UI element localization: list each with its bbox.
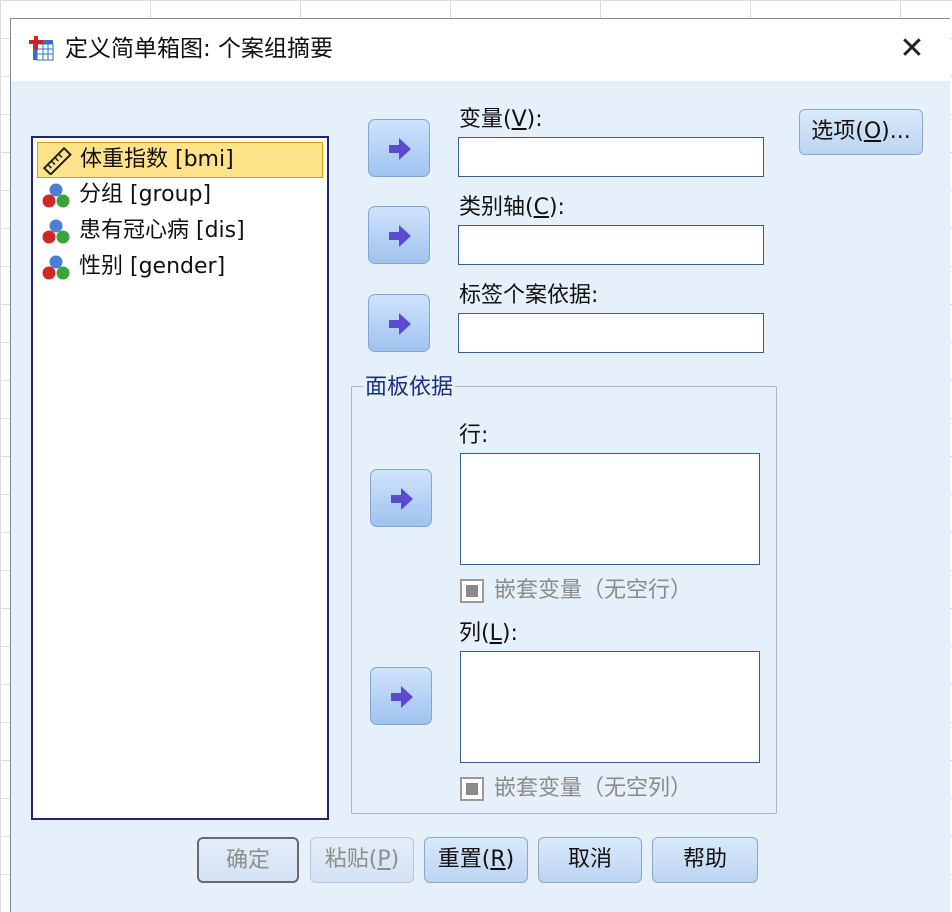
arrow-right-icon <box>391 686 413 708</box>
variable-item-bmi[interactable]: 体重指数 [bmi] <box>37 142 323 178</box>
category-axis-field[interactable] <box>458 225 764 265</box>
variable-label: 患有冠心病 [dis] <box>79 218 245 243</box>
arrow-right-icon <box>389 313 411 335</box>
rows-list[interactable] <box>460 453 760 565</box>
dialog-window: 定义简单箱图: 个案组摘要 ✕ 体重指数 [bmi] 分组 [group] 患有… <box>10 18 950 912</box>
variable-field-label: 变量(V): <box>459 107 543 132</box>
help-button[interactable]: 帮助 <box>652 837 758 883</box>
arrow-right-icon <box>391 488 413 510</box>
columns-label: 列(L): <box>459 621 518 646</box>
nominal-balls-icon <box>42 183 70 208</box>
variable-label: 体重指数 [bmi] <box>80 147 234 172</box>
variable-item-dis[interactable]: 患有冠心病 [dis] <box>37 214 323 250</box>
move-to-variable-button[interactable] <box>368 119 430 177</box>
spss-chart-app-icon <box>29 36 54 61</box>
nominal-balls-icon <box>42 219 70 244</box>
nest-columns-checkbox[interactable] <box>460 777 484 801</box>
move-to-columns-button[interactable] <box>370 667 432 725</box>
reset-button[interactable]: 重置(R) <box>424 837 528 883</box>
rows-label: 行: <box>459 423 489 448</box>
title-bar: 定义简单箱图: 个案组摘要 ✕ <box>11 19 950 81</box>
paste-button[interactable]: 粘贴(P) <box>310 837 414 883</box>
close-button[interactable]: ✕ <box>896 33 928 65</box>
columns-list[interactable] <box>460 651 760 763</box>
nest-rows-label: 嵌套变量（无空行） <box>494 578 693 603</box>
variable-item-gender[interactable]: 性别 [gender] <box>37 250 323 286</box>
ok-button[interactable]: 确定 <box>197 837 299 883</box>
label-cases-label: 标签个案依据: <box>459 283 599 308</box>
move-to-label-cases-button[interactable] <box>368 294 430 352</box>
source-variable-list[interactable]: 体重指数 [bmi] 分组 [group] 患有冠心病 [dis] 性别 [ge… <box>31 136 329 820</box>
variable-field[interactable] <box>458 137 764 177</box>
dialog-title: 定义简单箱图: 个案组摘要 <box>65 36 334 62</box>
options-button[interactable]: 选项(O)... <box>799 109 923 155</box>
nominal-balls-icon <box>42 255 70 280</box>
cancel-button[interactable]: 取消 <box>538 837 642 883</box>
move-to-category-axis-button[interactable] <box>368 206 430 264</box>
panel-by-legend: 面板依据 <box>363 375 456 401</box>
label-cases-field[interactable] <box>458 313 764 353</box>
variable-item-group[interactable]: 分组 [group] <box>37 178 323 214</box>
nest-columns-label: 嵌套变量（无空列） <box>494 776 693 801</box>
arrow-right-icon <box>389 138 411 160</box>
ruler-scale-icon <box>42 147 72 175</box>
category-axis-label: 类别轴(C): <box>459 195 565 220</box>
nest-rows-checkbox[interactable] <box>460 579 484 603</box>
variable-label: 性别 [gender] <box>79 254 226 279</box>
variable-label: 分组 [group] <box>79 182 212 207</box>
move-to-rows-button[interactable] <box>370 469 432 527</box>
arrow-right-icon <box>389 225 411 247</box>
